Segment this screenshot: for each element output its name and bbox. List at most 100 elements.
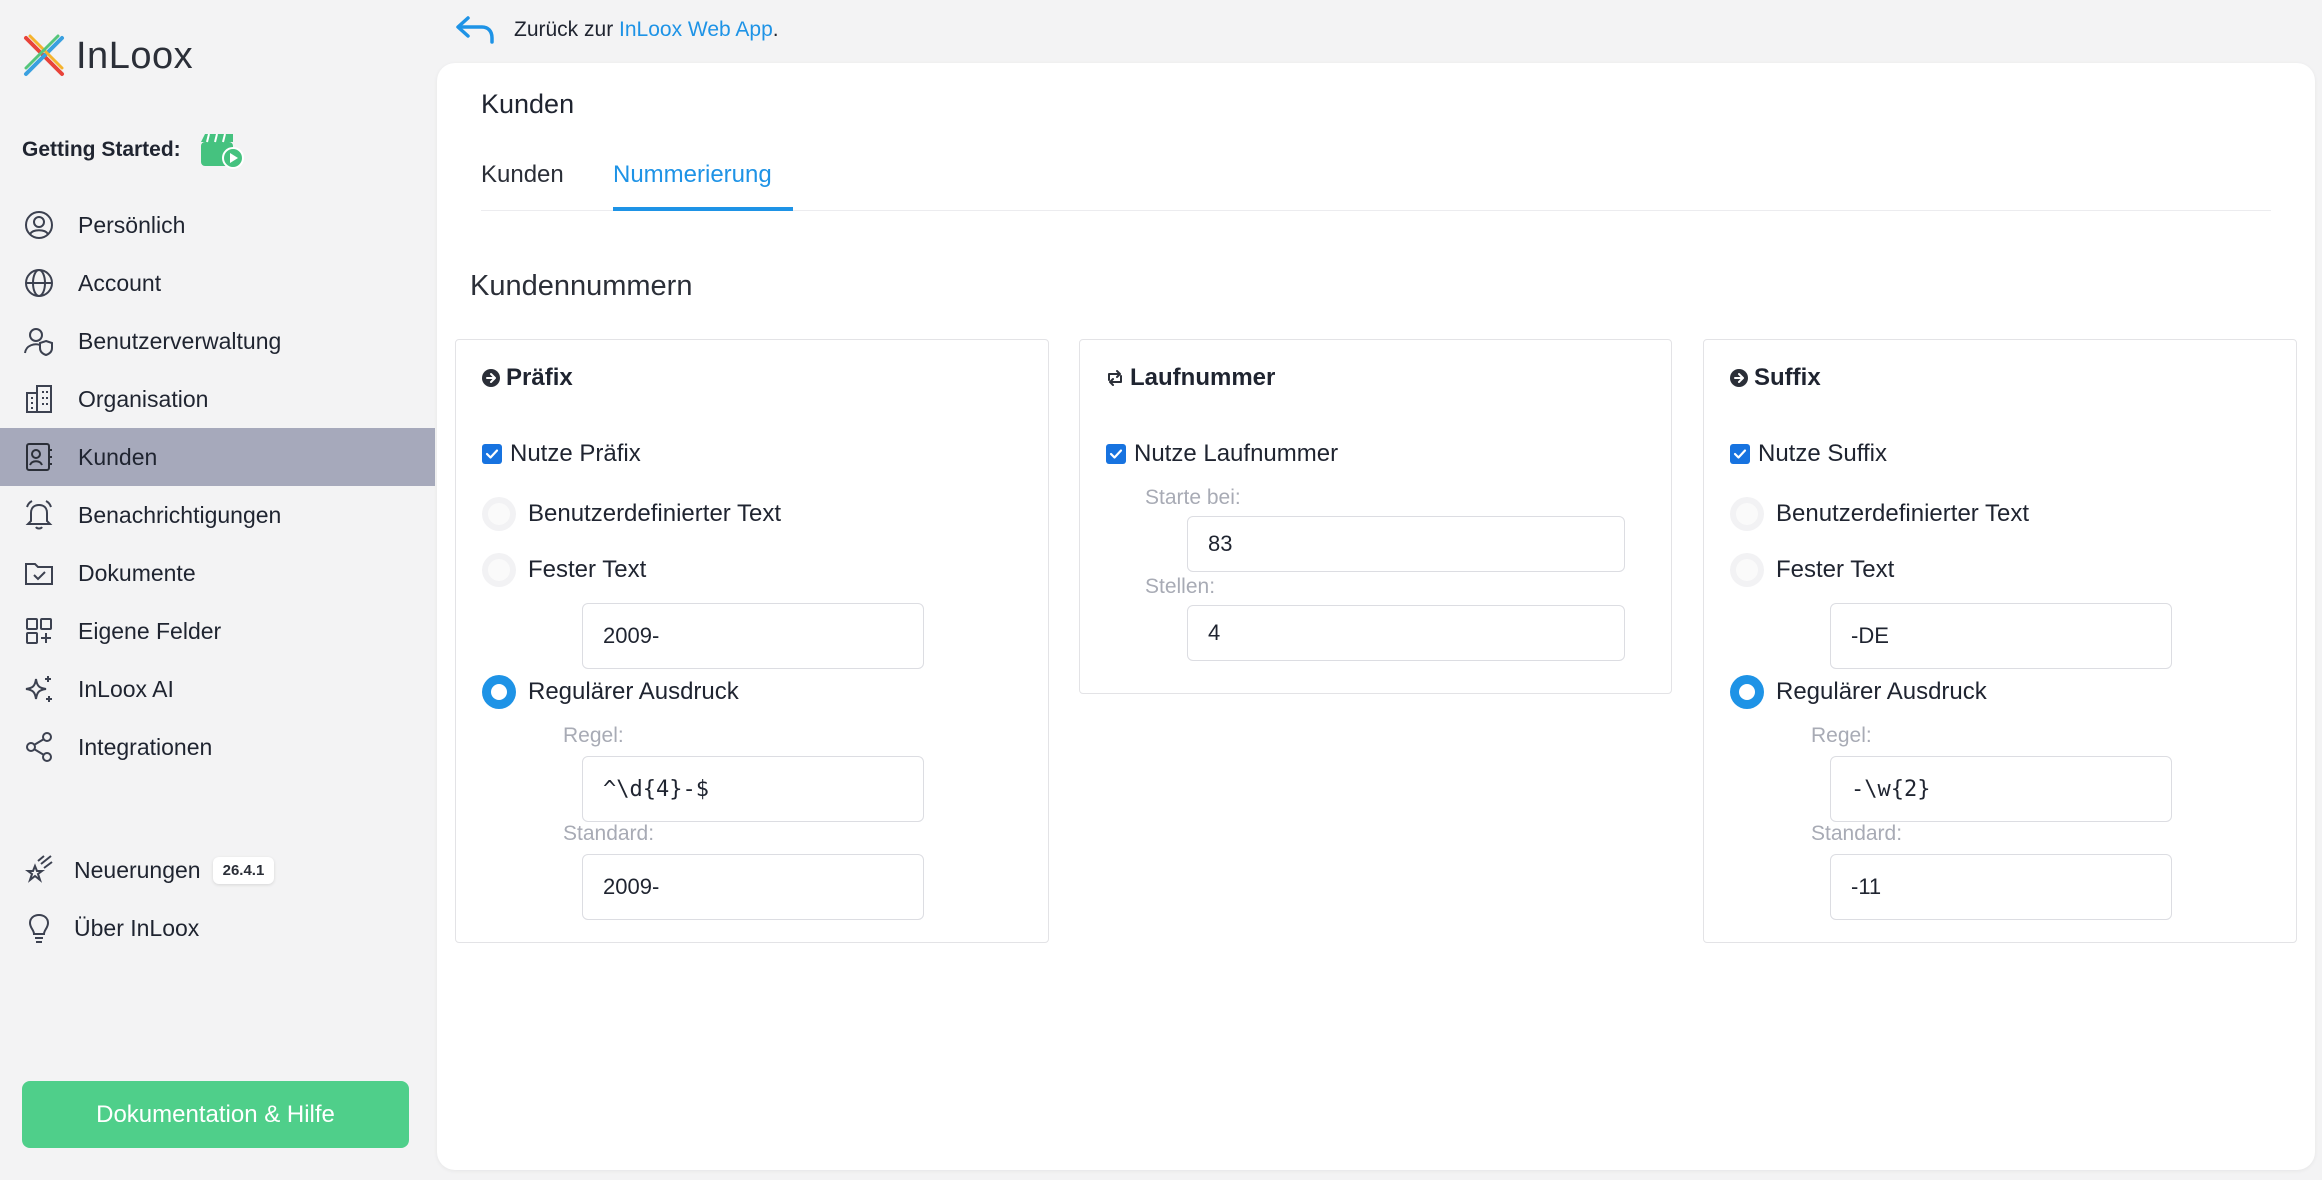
suffix-option-regex[interactable]: Regulärer Ausdruck <box>1730 675 1987 709</box>
sidebar-item-persoenlich[interactable]: Persönlich <box>0 196 435 254</box>
sequence-start-label: Starte bei: <box>1145 486 1241 509</box>
sidebar-item-account[interactable]: Account <box>0 254 435 312</box>
prefix-option-custom[interactable]: Benutzerdefinierter Text <box>482 497 781 531</box>
shooting-star-icon <box>22 853 56 887</box>
prefix-option-fixed[interactable]: Fester Text <box>482 553 646 587</box>
sequence-title: Laufnummer <box>1130 364 1276 391</box>
lightbulb-icon <box>22 911 56 945</box>
use-sequence-checkbox[interactable] <box>1106 444 1126 464</box>
version-badge: 26.4.1 <box>212 856 275 884</box>
back-arrow-icon[interactable] <box>454 14 496 46</box>
sequence-digits-label: Stellen: <box>1145 575 1216 598</box>
sidebar-item-label: Eigene Felder <box>78 617 222 644</box>
main-card: Kunden Kunden Nummerierung Kundennummern… <box>437 63 2315 1170</box>
prefix-custom-label: Benutzerdefinierter Text <box>528 500 782 527</box>
inloox-logo[interactable]: InLoox <box>22 32 193 80</box>
sidebar-item-label: Neuerungen <box>74 856 201 883</box>
repeat-icon <box>1108 370 1122 386</box>
back-prefix: Zurück zur <box>514 18 620 41</box>
use-prefix-checkbox[interactable] <box>482 444 502 464</box>
sidebar-nav: Persönlich Account Benutzerverwaltung Or… <box>0 196 435 776</box>
prefix-regex-radio[interactable] <box>482 675 516 709</box>
tab-nummerierung[interactable]: Nummerierung <box>613 155 793 211</box>
use-prefix-label: Nutze Präfix <box>510 440 641 467</box>
sidebar-item-benachrichtigungen[interactable]: Benachrichtigungen <box>0 486 435 544</box>
sequence-panel: Laufnummer Nutze Laufnummer Starte bei: … <box>1079 339 1672 694</box>
prefix-fixed-radio[interactable] <box>482 553 516 587</box>
sidebar-item-label: Integrationen <box>78 733 213 760</box>
sidebar-item-label: Benutzerverwaltung <box>78 327 282 354</box>
suffix-default-input[interactable]: -11 <box>1830 854 2172 920</box>
sidebar-item-label: Benachrichtigungen <box>78 501 282 528</box>
sidebar-item-ueber-inloox[interactable]: Über InLoox <box>0 899 435 957</box>
suffix-default-label: Standard: <box>1811 822 1903 845</box>
prefix-rule-input[interactable]: ^\d{4}-$ <box>582 756 924 822</box>
suffix-custom-radio[interactable] <box>1730 497 1764 531</box>
prefix-rule-label: Regel: <box>563 724 624 747</box>
sidebar-item-integrationen[interactable]: Integrationen <box>0 718 435 776</box>
video-clapper-icon[interactable] <box>199 130 245 170</box>
back-text: Zurück zur InLoox Web App. <box>514 18 779 42</box>
suffix-regex-label: Regulärer Ausdruck <box>1776 678 1987 705</box>
sidebar-item-dokumente[interactable]: Dokumente <box>0 544 435 602</box>
sidebar-item-label: Organisation <box>78 385 209 412</box>
use-sequence-row: Nutze Laufnummer <box>1106 440 1338 468</box>
web-app-link[interactable]: InLoox Web App <box>619 18 773 41</box>
tab-kunden[interactable]: Kunden <box>481 155 564 211</box>
prefix-panel: Präfix Nutze Präfix Benutzerdefinierter … <box>455 339 1049 943</box>
back-suffix: . <box>772 18 779 41</box>
tab-bar: Kunden Nummerierung <box>481 155 2271 211</box>
sequence-digits-input[interactable]: 4 <box>1187 605 1625 661</box>
prefix-fixed-input[interactable]: 2009- <box>582 603 924 669</box>
contact-card-icon <box>22 440 56 474</box>
sidebar-item-inloox-ai[interactable]: InLoox AI <box>0 660 435 718</box>
suffix-regex-radio[interactable] <box>1730 675 1764 709</box>
suffix-rule-input[interactable]: -\w{2} <box>1830 756 2172 822</box>
suffix-fixed-radio[interactable] <box>1730 553 1764 587</box>
prefix-custom-radio[interactable] <box>482 497 516 531</box>
brand-name: InLoox <box>76 34 194 77</box>
back-to-web-app[interactable]: Zurück zur InLoox Web App. <box>454 12 779 48</box>
sidebar: InLoox Getting Started: Persönlich Accou… <box>0 0 435 1180</box>
use-suffix-row: Nutze Suffix <box>1730 440 1887 468</box>
section-title: Kundennummern <box>470 270 693 302</box>
page-title: Kunden <box>481 89 575 119</box>
arrow-right-circle-icon <box>482 369 500 387</box>
prefix-default-input[interactable]: 2009- <box>582 854 924 920</box>
sequence-header: Laufnummer <box>1105 364 1275 392</box>
use-suffix-checkbox[interactable] <box>1730 444 1750 464</box>
folder-check-icon <box>22 556 56 590</box>
suffix-fixed-input[interactable]: -DE <box>1830 603 2172 669</box>
sidebar-item-benutzerverwaltung[interactable]: Benutzerverwaltung <box>0 312 435 370</box>
use-sequence-label: Nutze Laufnummer <box>1134 440 1339 467</box>
sidebar-item-label: Dokumente <box>78 559 196 586</box>
suffix-option-custom[interactable]: Benutzerdefinierter Text <box>1730 497 2029 531</box>
grid-plus-icon <box>22 614 56 648</box>
suffix-custom-label: Benutzerdefinierter Text <box>1776 500 2030 527</box>
getting-started-label: Getting Started: <box>22 138 181 161</box>
suffix-option-fixed[interactable]: Fester Text <box>1730 553 1894 587</box>
prefix-option-regex[interactable]: Regulärer Ausdruck <box>482 675 739 709</box>
arrow-right-circle-icon <box>1730 369 1748 387</box>
documentation-help-button[interactable]: Dokumentation & Hilfe <box>22 1081 409 1148</box>
sidebar-item-kunden[interactable]: Kunden <box>0 428 435 486</box>
sparkles-icon <box>22 672 56 706</box>
sequence-start-input[interactable]: 83 <box>1187 516 1625 572</box>
prefix-header: Präfix <box>481 364 573 392</box>
prefix-fixed-label: Fester Text <box>528 556 647 583</box>
suffix-header: Suffix <box>1729 364 1821 392</box>
user-circle-icon <box>22 208 56 242</box>
globe-icon <box>22 266 56 300</box>
use-suffix-label: Nutze Suffix <box>1758 440 1887 467</box>
suffix-panel: Suffix Nutze Suffix Benutzerdefinierter … <box>1703 339 2297 943</box>
sidebar-item-organisation[interactable]: Organisation <box>0 370 435 428</box>
getting-started[interactable]: Getting Started: <box>22 128 245 172</box>
sidebar-item-neuerungen[interactable]: Neuerungen 26.4.1 <box>0 841 435 899</box>
bell-icon <box>22 498 56 532</box>
sidebar-item-eigene-felder[interactable]: Eigene Felder <box>0 602 435 660</box>
sidebar-item-label: Kunden <box>78 443 158 470</box>
sidebar-item-label: Über InLoox <box>74 914 200 941</box>
suffix-fixed-label: Fester Text <box>1776 556 1895 583</box>
building-icon <box>22 382 56 416</box>
sidebar-item-label: InLoox AI <box>78 675 174 702</box>
